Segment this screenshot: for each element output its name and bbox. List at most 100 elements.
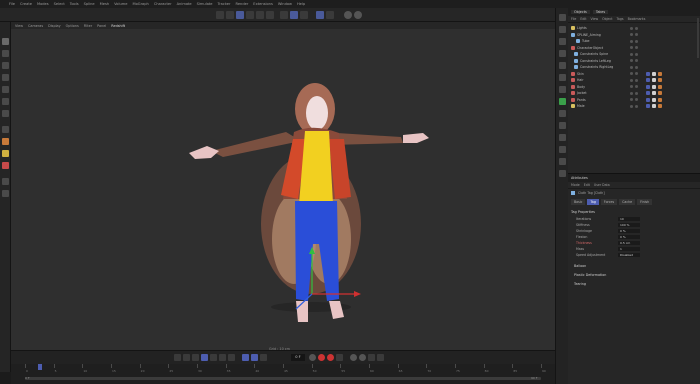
goto-end-icon[interactable] bbox=[228, 354, 235, 361]
measure-tool-icon[interactable] bbox=[2, 178, 9, 185]
visibility-flags[interactable] bbox=[630, 39, 638, 43]
menu-item-file[interactable]: File bbox=[9, 2, 15, 6]
visibility-flags[interactable] bbox=[630, 98, 638, 102]
spline-icon[interactable] bbox=[559, 26, 566, 33]
attr-tab-tag[interactable]: Tag bbox=[587, 199, 599, 205]
viewport-menu-filter[interactable]: Filter bbox=[84, 24, 92, 28]
polygons-mode-icon[interactable] bbox=[266, 11, 274, 19]
attributes-menu-item[interactable]: Edit bbox=[584, 183, 590, 187]
prop-value[interactable]: 100 % bbox=[618, 222, 640, 228]
keyframe-mode-icon[interactable] bbox=[309, 354, 316, 361]
menu-item-mograph[interactable]: MoGraph bbox=[133, 2, 149, 6]
visibility-flags[interactable] bbox=[630, 78, 638, 82]
range-end[interactable]: 90 F bbox=[531, 376, 538, 380]
next-frame-icon[interactable] bbox=[210, 354, 217, 361]
menu-item-mesh[interactable]: Mesh bbox=[100, 2, 109, 6]
menu-item-simulate[interactable]: Simulate bbox=[197, 2, 213, 6]
current-frame-field[interactable]: 0 F bbox=[291, 354, 305, 361]
timeline-range-bar[interactable] bbox=[25, 377, 541, 380]
objects-menu-bookmarks[interactable]: Bookmarks bbox=[628, 17, 646, 21]
prop-value[interactable]: 0.5 cm bbox=[618, 240, 640, 246]
move-tool-icon[interactable] bbox=[2, 38, 9, 45]
cube-icon[interactable] bbox=[559, 14, 566, 21]
settings-tool-icon[interactable] bbox=[2, 190, 9, 197]
objects-scrollbar[interactable] bbox=[697, 18, 699, 58]
autokey-icon[interactable] bbox=[327, 354, 334, 361]
select-tool-icon[interactable] bbox=[2, 74, 9, 81]
viewport-menu-cameras[interactable]: Cameras bbox=[28, 24, 43, 28]
tab-takes[interactable]: Takes bbox=[592, 10, 609, 14]
magnet-tool-icon[interactable] bbox=[2, 150, 9, 157]
group-balloon[interactable]: Balloon bbox=[568, 261, 700, 270]
sky-icon[interactable] bbox=[559, 146, 566, 153]
objects-menu-view[interactable]: View bbox=[591, 17, 599, 21]
menu-item-extensions[interactable]: Extensions bbox=[253, 2, 273, 6]
prop-value[interactable]: 0 % bbox=[618, 228, 640, 234]
playhead[interactable] bbox=[38, 364, 42, 370]
attr-tab-finish[interactable]: Finish bbox=[637, 199, 653, 205]
key-param-icon[interactable] bbox=[368, 354, 375, 361]
floor-icon[interactable] bbox=[559, 134, 566, 141]
generator-icon[interactable] bbox=[559, 38, 566, 45]
scene-icon[interactable] bbox=[344, 11, 352, 19]
menu-item-tracker[interactable]: Tracker bbox=[218, 2, 231, 6]
render-icon[interactable] bbox=[326, 11, 334, 19]
key-rotation-icon[interactable] bbox=[350, 354, 357, 361]
loop-icon[interactable] bbox=[242, 354, 249, 361]
snap-icon[interactable] bbox=[290, 11, 298, 19]
prop-value[interactable]: 1 bbox=[618, 246, 640, 252]
workplane-icon[interactable] bbox=[300, 11, 308, 19]
attributes-menu-item[interactable]: User Data bbox=[594, 183, 610, 187]
visibility-flags[interactable] bbox=[630, 52, 638, 56]
visibility-flags[interactable] bbox=[630, 59, 638, 63]
menu-item-create[interactable]: Create bbox=[20, 2, 32, 6]
range-icon[interactable] bbox=[251, 354, 258, 361]
menu-item-tools[interactable]: Tools bbox=[70, 2, 79, 6]
scale-tool-icon[interactable] bbox=[2, 62, 9, 69]
tag-icons[interactable] bbox=[646, 91, 662, 96]
menu-item-spline[interactable]: Spline bbox=[84, 2, 95, 6]
points-mode-icon[interactable] bbox=[246, 11, 254, 19]
field-icon[interactable] bbox=[559, 74, 566, 81]
viewport-menu-redshift[interactable]: Redshift bbox=[111, 24, 125, 28]
next-key-icon[interactable] bbox=[219, 354, 226, 361]
viewport-menu-panel[interactable]: Panel bbox=[97, 24, 106, 28]
undo-icon[interactable] bbox=[216, 11, 224, 19]
extrude-tool-icon[interactable] bbox=[2, 110, 9, 117]
axis-icon[interactable] bbox=[280, 11, 288, 19]
menu-item-animate[interactable]: Animate bbox=[177, 2, 192, 6]
key-pla-icon[interactable] bbox=[377, 354, 384, 361]
tag-icons[interactable] bbox=[646, 71, 662, 76]
range-start[interactable]: 0 F bbox=[25, 376, 30, 380]
tag-icons[interactable] bbox=[646, 104, 662, 109]
character-icon[interactable] bbox=[559, 170, 566, 177]
live-selection-icon[interactable] bbox=[2, 86, 9, 93]
timeline-ruler[interactable]: 0 F 90 F 0 5 10 15 20 25 30 35 40 45 50 55 60 65 70 75 8… bbox=[11, 364, 555, 384]
menu-item-character[interactable]: Character bbox=[154, 2, 172, 6]
prop-value[interactable]: Disabled bbox=[618, 252, 640, 258]
sound-icon[interactable] bbox=[260, 354, 267, 361]
tag-icons[interactable] bbox=[646, 84, 662, 89]
group-tearing[interactable]: Tearing bbox=[568, 279, 700, 288]
prev-frame-icon[interactable] bbox=[192, 354, 199, 361]
objects-menu-object[interactable]: Object bbox=[602, 17, 612, 21]
group-plastic-deformation[interactable]: Plastic Deformation bbox=[568, 270, 700, 279]
visibility-flags[interactable] bbox=[630, 91, 638, 95]
edges-mode-icon[interactable] bbox=[256, 11, 264, 19]
objects-menu-tags[interactable]: Tags bbox=[617, 17, 624, 21]
attributes-menu-item[interactable]: Mode bbox=[571, 183, 580, 187]
model-mode-icon[interactable] bbox=[236, 11, 244, 19]
rotate-tool-icon[interactable] bbox=[2, 50, 9, 57]
visibility-flags[interactable] bbox=[630, 85, 638, 89]
visibility-flags[interactable] bbox=[630, 26, 638, 30]
render-view-icon[interactable] bbox=[316, 11, 324, 19]
object-row[interactable]: Male bbox=[568, 103, 700, 110]
visibility-flags[interactable] bbox=[630, 33, 638, 37]
volume-icon[interactable] bbox=[559, 86, 566, 93]
attr-tab-cache[interactable]: Cache bbox=[619, 199, 636, 205]
prop-value[interactable]: 0 % bbox=[618, 234, 640, 240]
viewport-menu-view[interactable]: View bbox=[15, 24, 23, 28]
tag-icons[interactable] bbox=[646, 97, 662, 102]
menu-item-volume[interactable]: Volume bbox=[114, 2, 127, 6]
tag-icons[interactable] bbox=[646, 78, 662, 83]
